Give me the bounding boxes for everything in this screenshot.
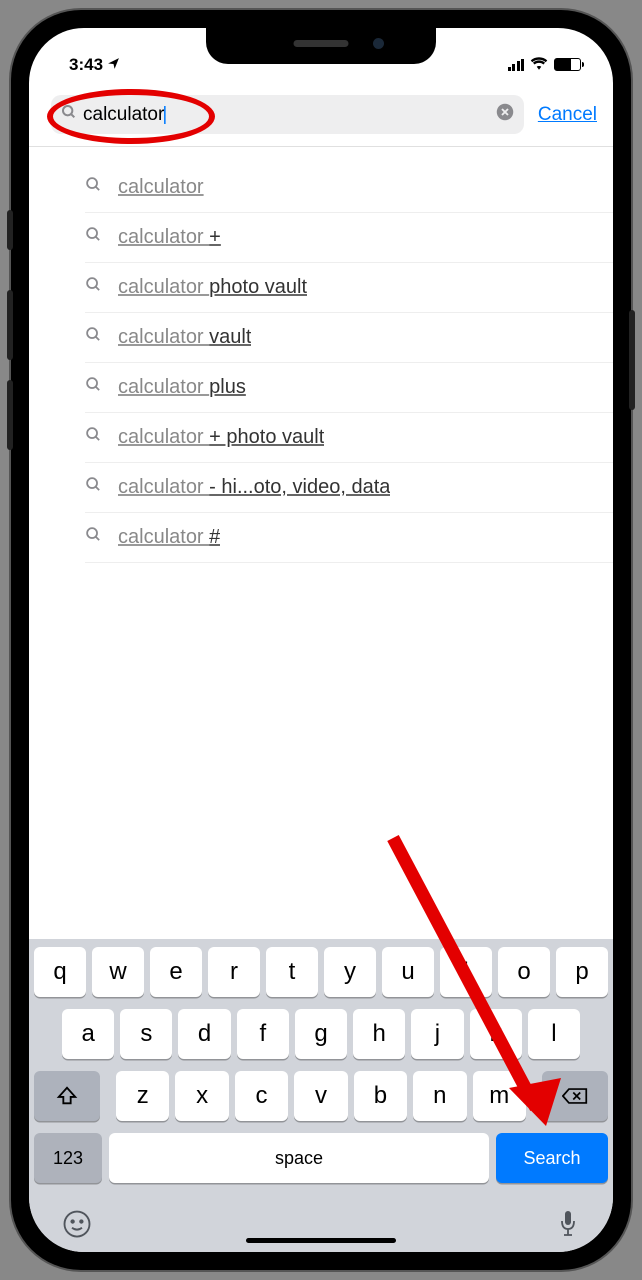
key-c[interactable]: c [235,1071,288,1121]
key-v[interactable]: v [294,1071,347,1121]
key-h[interactable]: h [353,1009,405,1059]
suggestions-list: calculator calculator + calculator photo v… [29,147,613,563]
search-icon [61,104,77,125]
key-u[interactable]: u [382,947,434,997]
suggestion-item[interactable]: calculator - hi...oto, video, data [85,463,613,513]
suggestion-item[interactable]: calculator [85,163,613,213]
side-button [7,210,13,250]
battery-icon [554,58,581,71]
suggestion-item[interactable]: calculator photo vault [85,263,613,313]
key-y[interactable]: y [324,947,376,997]
delete-key[interactable] [542,1071,608,1121]
key-f[interactable]: f [237,1009,289,1059]
key-p[interactable]: p [556,947,608,997]
key-d[interactable]: d [178,1009,230,1059]
home-indicator[interactable] [246,1238,396,1243]
suggestion-text: calculator [118,176,204,199]
key-w[interactable]: w [92,947,144,997]
cancel-button[interactable]: Cancel [538,104,597,126]
wifi-icon [530,55,548,75]
numbers-key[interactable]: 123 [34,1133,102,1183]
suggestion-item[interactable]: calculator + photo vault [85,413,613,463]
key-m[interactable]: m [473,1071,526,1121]
search-box[interactable]: calculator| [51,95,524,134]
key-e[interactable]: e [150,947,202,997]
dictation-key[interactable] [556,1209,580,1246]
search-icon [85,326,102,349]
key-l[interactable]: l [528,1009,580,1059]
search-icon [85,226,102,249]
notch [206,28,436,64]
suggestion-text: calculator photo vault [118,276,307,299]
suggestion-text: calculator # [118,526,220,549]
key-o[interactable]: o [498,947,550,997]
phone-frame: 3:43 calculator| [11,10,631,1270]
search-icon [85,276,102,299]
search-key[interactable]: Search [496,1133,608,1183]
key-i[interactable]: i [440,947,492,997]
volume-down-button [7,380,13,450]
key-j[interactable]: j [411,1009,463,1059]
key-b[interactable]: b [354,1071,407,1121]
keyboard-row-2: asdfghjkl [34,1009,608,1059]
suggestion-text: calculator + [118,226,221,249]
suggestion-text: calculator + photo vault [118,426,324,449]
search-header: calculator| Cancel [29,83,613,147]
key-g[interactable]: g [295,1009,347,1059]
volume-up-button [7,290,13,360]
search-icon [85,476,102,499]
suggestion-text: calculator - hi...oto, video, data [118,476,390,499]
key-x[interactable]: x [175,1071,228,1121]
clear-icon[interactable] [496,103,514,126]
keyboard-row-4: 123 space Search [34,1133,608,1183]
suggestion-text: calculator plus [118,376,246,399]
key-t[interactable]: t [266,947,318,997]
search-icon [85,526,102,549]
key-n[interactable]: n [413,1071,466,1121]
key-q[interactable]: q [34,947,86,997]
suggestion-text: calculator vault [118,326,251,349]
key-s[interactable]: s [120,1009,172,1059]
keyboard-row-3: zxcvbnm [34,1071,608,1121]
key-k[interactable]: k [470,1009,522,1059]
search-icon [85,376,102,399]
key-z[interactable]: z [116,1071,169,1121]
suggestion-item[interactable]: calculator # [85,513,613,563]
keyboard: qwertyuiop asdfghjkl zxcvbnm 123 space S… [29,939,613,1252]
cellular-signal-icon [508,59,525,71]
suggestion-item[interactable]: calculator + [85,213,613,263]
search-icon [85,176,102,199]
suggestion-item[interactable]: calculator plus [85,363,613,413]
screen: 3:43 calculator| [29,28,613,1252]
status-time: 3:43 [69,55,103,75]
search-input[interactable]: calculator| [83,104,496,126]
suggestion-item[interactable]: calculator vault [85,313,613,363]
space-key[interactable]: space [109,1133,489,1183]
search-icon [85,426,102,449]
keyboard-row-1: qwertyuiop [34,947,608,997]
location-icon [107,57,120,73]
key-r[interactable]: r [208,947,260,997]
power-button [629,310,635,410]
shift-key[interactable] [34,1071,100,1121]
emoji-key[interactable] [62,1209,92,1246]
key-a[interactable]: a [62,1009,114,1059]
